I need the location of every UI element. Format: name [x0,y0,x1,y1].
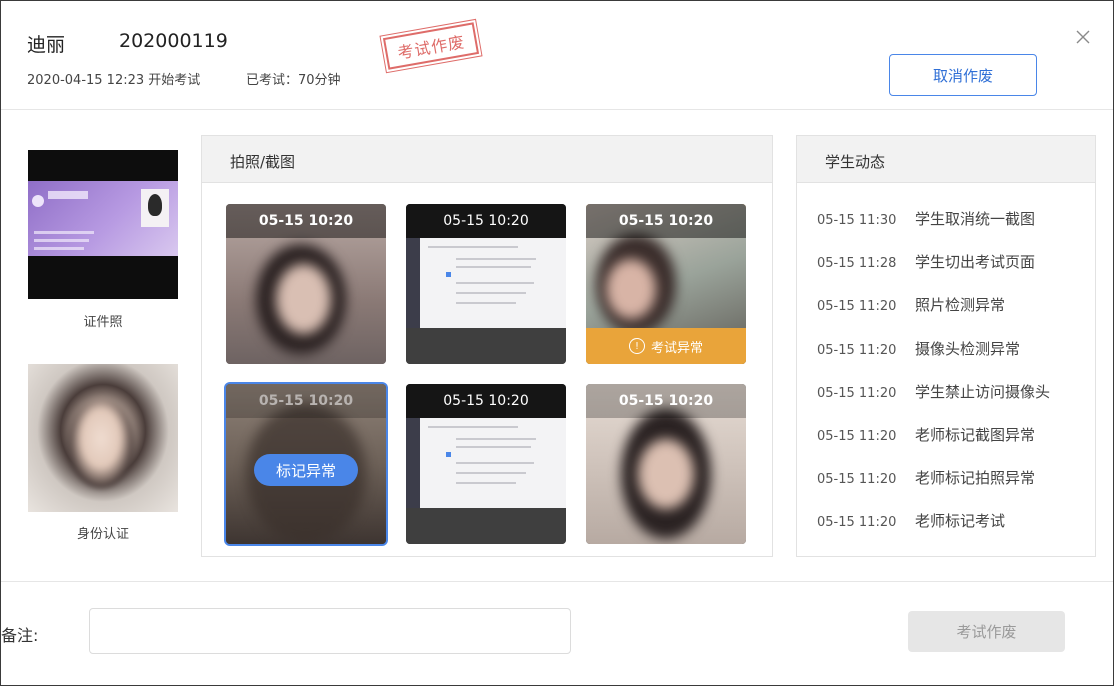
screenshot-row [456,438,536,440]
cancel-void-button[interactable]: 取消作废 [889,54,1037,96]
screenshot-row [456,292,526,294]
screenshot-row [456,302,516,304]
exam-elapsed-time: 已考试：70分钟 [246,73,341,88]
school-logo-icon [32,195,44,207]
activity-item: 05-15 11:30 学生取消统一截图 [817,208,1035,229]
photo-subject-face [638,439,694,509]
screenshot-footer [406,328,566,364]
warning-circle-icon: ! [628,338,645,354]
identity-label: 身份认证 [76,527,129,542]
photo-timestamp: 05-15 10:20 [226,384,386,418]
id-photo-label: 证件照 [83,315,123,330]
photo-subject-face [606,259,656,319]
screenshot-row [456,462,534,464]
activity-item: 05-15 11:20 老师标记截图异常 [817,424,1035,445]
id-card-line [34,247,84,250]
screenshot-sidebar [406,238,420,328]
photo-timestamp: 05-15 10:20 [586,204,746,238]
activity-text: 老师标记考试 [915,512,1006,530]
activity-text: 学生取消统一截图 [915,210,1036,228]
dialog-footer: 备注: 考试作废 [1,581,1113,685]
id-card-photo[interactable] [28,150,178,299]
student-name: 迪丽 [27,34,66,56]
screenshot-row [456,446,531,448]
screenshot-row [456,472,526,474]
exam-abnormal-bar: ! 考试异常 [586,328,746,364]
photo-tile[interactable]: 05-15 10:20 [226,204,386,364]
activity-panel-title: 学生动态 [825,153,886,171]
screenshot-row [456,282,534,284]
photo-subject-face [276,264,331,334]
activity-item: 05-15 11:28 学生切出考试页面 [817,251,1035,272]
activity-time: 05-15 11:30 [817,213,897,228]
remark-label: 备注: [1,626,39,645]
mark-abnormal-button[interactable]: 标记异常 [254,454,358,486]
screenshot-row [456,482,516,484]
activity-item: 05-15 11:20 老师标记拍照异常 [817,467,1035,488]
screenshot-row [456,258,536,260]
screenshot-timestamp: 05-15 10:20 [406,384,566,418]
activity-item: 05-15 11:20 学生禁止访问摄像头 [817,381,1050,402]
activity-time: 05-15 11:20 [817,386,897,401]
remark-input[interactable] [89,608,571,654]
screenshot-image [406,238,566,328]
screenshot-marker [446,272,451,277]
photos-panel-header: 拍照/截图 [202,136,772,183]
exam-abnormal-label: 考试异常 [650,340,703,356]
screenshot-row [456,266,531,268]
activity-time: 05-15 11:20 [817,429,897,444]
activity-time: 05-15 11:20 [817,299,897,314]
photo-timestamp: 05-15 10:20 [586,384,746,418]
screenshot-timestamp: 05-15 10:20 [406,204,566,238]
photo-timestamp: 05-15 10:20 [226,204,386,238]
activity-text: 老师标记拍照异常 [915,469,1036,487]
id-card-image [28,181,178,256]
activity-time: 05-15 11:28 [817,256,897,271]
screenshot-sidebar [406,418,420,508]
screenshot-tile[interactable]: 05-15 10:20 [406,204,566,364]
photo-tile-marked[interactable]: 05-15 10:20 标记异常 [226,384,386,544]
identity-photo[interactable] [28,364,178,512]
photos-panel-title: 拍照/截图 [230,153,296,171]
screenshot-marker [446,452,451,457]
id-card-line [34,239,89,242]
activity-time: 05-15 11:20 [817,343,897,358]
student-id: 202000119 [119,30,228,52]
activity-text: 学生禁止访问摄像头 [915,383,1051,401]
screenshot-footer [406,508,566,544]
photos-panel: 拍照/截图 05-15 10:20 05-15 10:20 05-15 10:2… [201,135,773,557]
activity-text: 老师标记截图异常 [915,426,1036,444]
screenshot-row [428,426,518,428]
activity-text: 摄像头检测异常 [915,340,1021,358]
exam-start-time: 2020-04-15 12:23 开始考试 [27,73,201,88]
activity-time: 05-15 11:20 [817,472,897,487]
activity-item: 05-15 11:20 老师标记考试 [817,510,1005,531]
close-icon[interactable] [1073,27,1093,47]
screenshot-tile[interactable]: 05-15 10:20 [406,384,566,544]
dialog-header: 迪丽 202000119 2020-04-15 12:23 开始考试 已考试：7… [1,1,1113,110]
activity-panel-header: 学生动态 [797,136,1095,183]
activity-time: 05-15 11:20 [817,515,897,530]
activity-text: 学生切出考试页面 [915,253,1036,271]
void-exam-button[interactable]: 考试作废 [908,611,1065,652]
activity-item: 05-15 11:20 摄像头检测异常 [817,338,1020,359]
exam-review-dialog: 迪丽 202000119 2020-04-15 12:23 开始考试 已考试：7… [0,0,1114,686]
screenshot-image [406,418,566,508]
activity-item: 05-15 11:20 照片检测异常 [817,294,1005,315]
photo-tile-abnormal[interactable]: 05-15 10:20 ! 考试异常 [586,204,746,364]
student-activity-panel: 学生动态 05-15 11:30 学生取消统一截图 05-15 11:28 学生切出… [796,135,1096,557]
activity-text: 照片检测异常 [915,296,1006,314]
photo-tile[interactable]: 05-15 10:20 [586,384,746,544]
id-card-portrait [141,189,169,227]
id-card-logo-text [48,191,88,199]
id-card-line [34,231,94,234]
void-stamp: 考试作废 [379,17,483,75]
screenshot-row [428,246,518,248]
